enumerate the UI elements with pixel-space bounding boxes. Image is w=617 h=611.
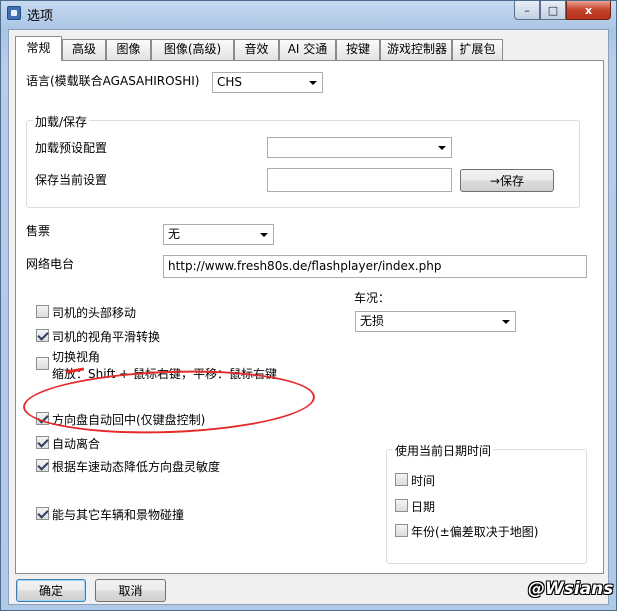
- options-window: 选项 – □ x 常规 高级 图像 图像(高级) 音效 AI 交通 按键 游戏控…: [0, 0, 617, 611]
- save-current-input[interactable]: [267, 168, 452, 192]
- load-save-group: 加载/保存 加载预设配置 保存当前设置 →保存: [26, 113, 580, 208]
- tab-advanced[interactable]: 高级: [62, 39, 106, 60]
- tab-graphics-advanced[interactable]: 图像(高级): [151, 39, 234, 60]
- chevron-down-icon: [438, 146, 446, 150]
- radio-url-input[interactable]: http://www.fresh80s.de/flashplayer/index…: [163, 255, 587, 278]
- tab-ai-traffic[interactable]: AI 交通: [279, 39, 336, 60]
- switch-view-checkbox[interactable]: [36, 357, 49, 370]
- language-select[interactable]: CHS: [212, 72, 323, 93]
- date-time-group: 使用当前日期时间 时间 日期 年份(±偏差取决于地图): [386, 442, 587, 564]
- auto-clutch-checkbox[interactable]: [36, 436, 49, 449]
- date-label: 日期: [411, 500, 436, 514]
- radio-label: 网络电台: [26, 257, 75, 271]
- save-current-label: 保存当前设置: [35, 173, 108, 187]
- tab-keys[interactable]: 按键: [336, 39, 380, 60]
- language-value: CHS: [217, 75, 243, 89]
- maximize-button[interactable]: □: [540, 1, 566, 20]
- tickets-value: 无: [168, 227, 181, 241]
- tab-extension-pack[interactable]: 扩展包: [452, 39, 503, 60]
- tab-general[interactable]: 常规: [15, 36, 62, 61]
- switch-view-label: 切换视角: [52, 350, 101, 364]
- vehicle-condition-select[interactable]: 无损: [355, 311, 516, 332]
- tickets-label: 售票: [26, 224, 51, 238]
- date-time-group-title: 使用当前日期时间: [393, 442, 494, 459]
- smooth-view-label: 司机的视角平滑转换: [52, 330, 161, 344]
- time-checkbox[interactable]: [395, 473, 408, 486]
- vehicle-condition-label: 车况：: [354, 291, 391, 305]
- language-label: 语言(模载联合AGASAHIROSHI): [26, 74, 200, 88]
- head-movement-label: 司机的头部移动: [52, 306, 137, 320]
- collision-label: 能与其它车辆和景物碰撞: [52, 508, 185, 522]
- smooth-view-checkbox[interactable]: [36, 329, 49, 342]
- tab-game-controller[interactable]: 游戏控制器: [380, 39, 452, 60]
- load-save-group-title: 加载/保存: [33, 113, 90, 130]
- chevron-down-icon: [260, 233, 268, 237]
- minimize-button[interactable]: –: [514, 1, 540, 20]
- vehicle-condition-value: 无损: [360, 314, 385, 328]
- watermark: @Wsians: [528, 579, 614, 599]
- tickets-select[interactable]: 无: [163, 224, 274, 245]
- head-movement-checkbox[interactable]: [36, 305, 49, 318]
- time-label: 时间: [411, 474, 436, 488]
- date-checkbox[interactable]: [395, 499, 408, 512]
- chevron-down-icon: [309, 81, 317, 85]
- speed-sensitivity-checkbox[interactable]: [36, 459, 49, 472]
- dialog-client: 常规 高级 图像 图像(高级) 音效 AI 交通 按键 游戏控制器 扩展包 语言…: [8, 29, 609, 605]
- year-label: 年份(±偏差取决于地图): [411, 525, 539, 539]
- load-preset-label: 加载预设配置: [35, 141, 108, 155]
- chevron-down-icon: [502, 320, 510, 324]
- tab-sound[interactable]: 音效: [234, 39, 279, 60]
- title-bar[interactable]: 选项 – □ x: [1, 1, 616, 25]
- close-button[interactable]: x: [566, 1, 611, 20]
- year-checkbox[interactable]: [395, 524, 408, 537]
- tab-graphics[interactable]: 图像: [106, 39, 151, 60]
- save-button[interactable]: →保存: [460, 169, 554, 192]
- auto-clutch-label: 自动离合: [52, 437, 101, 451]
- app-icon: [7, 6, 21, 20]
- window-title: 选项: [27, 9, 54, 24]
- ok-button[interactable]: 确定: [16, 579, 86, 602]
- general-panel: 语言(模载联合AGASAHIROSHI) CHS 加载/保存 加载预设配置 保存…: [15, 60, 604, 574]
- speed-sensitivity-label: 根据车速动态降低方向盘灵敏度: [52, 460, 221, 474]
- load-preset-select[interactable]: [267, 137, 452, 158]
- cancel-button[interactable]: 取消: [95, 579, 166, 602]
- collision-checkbox[interactable]: [36, 507, 49, 520]
